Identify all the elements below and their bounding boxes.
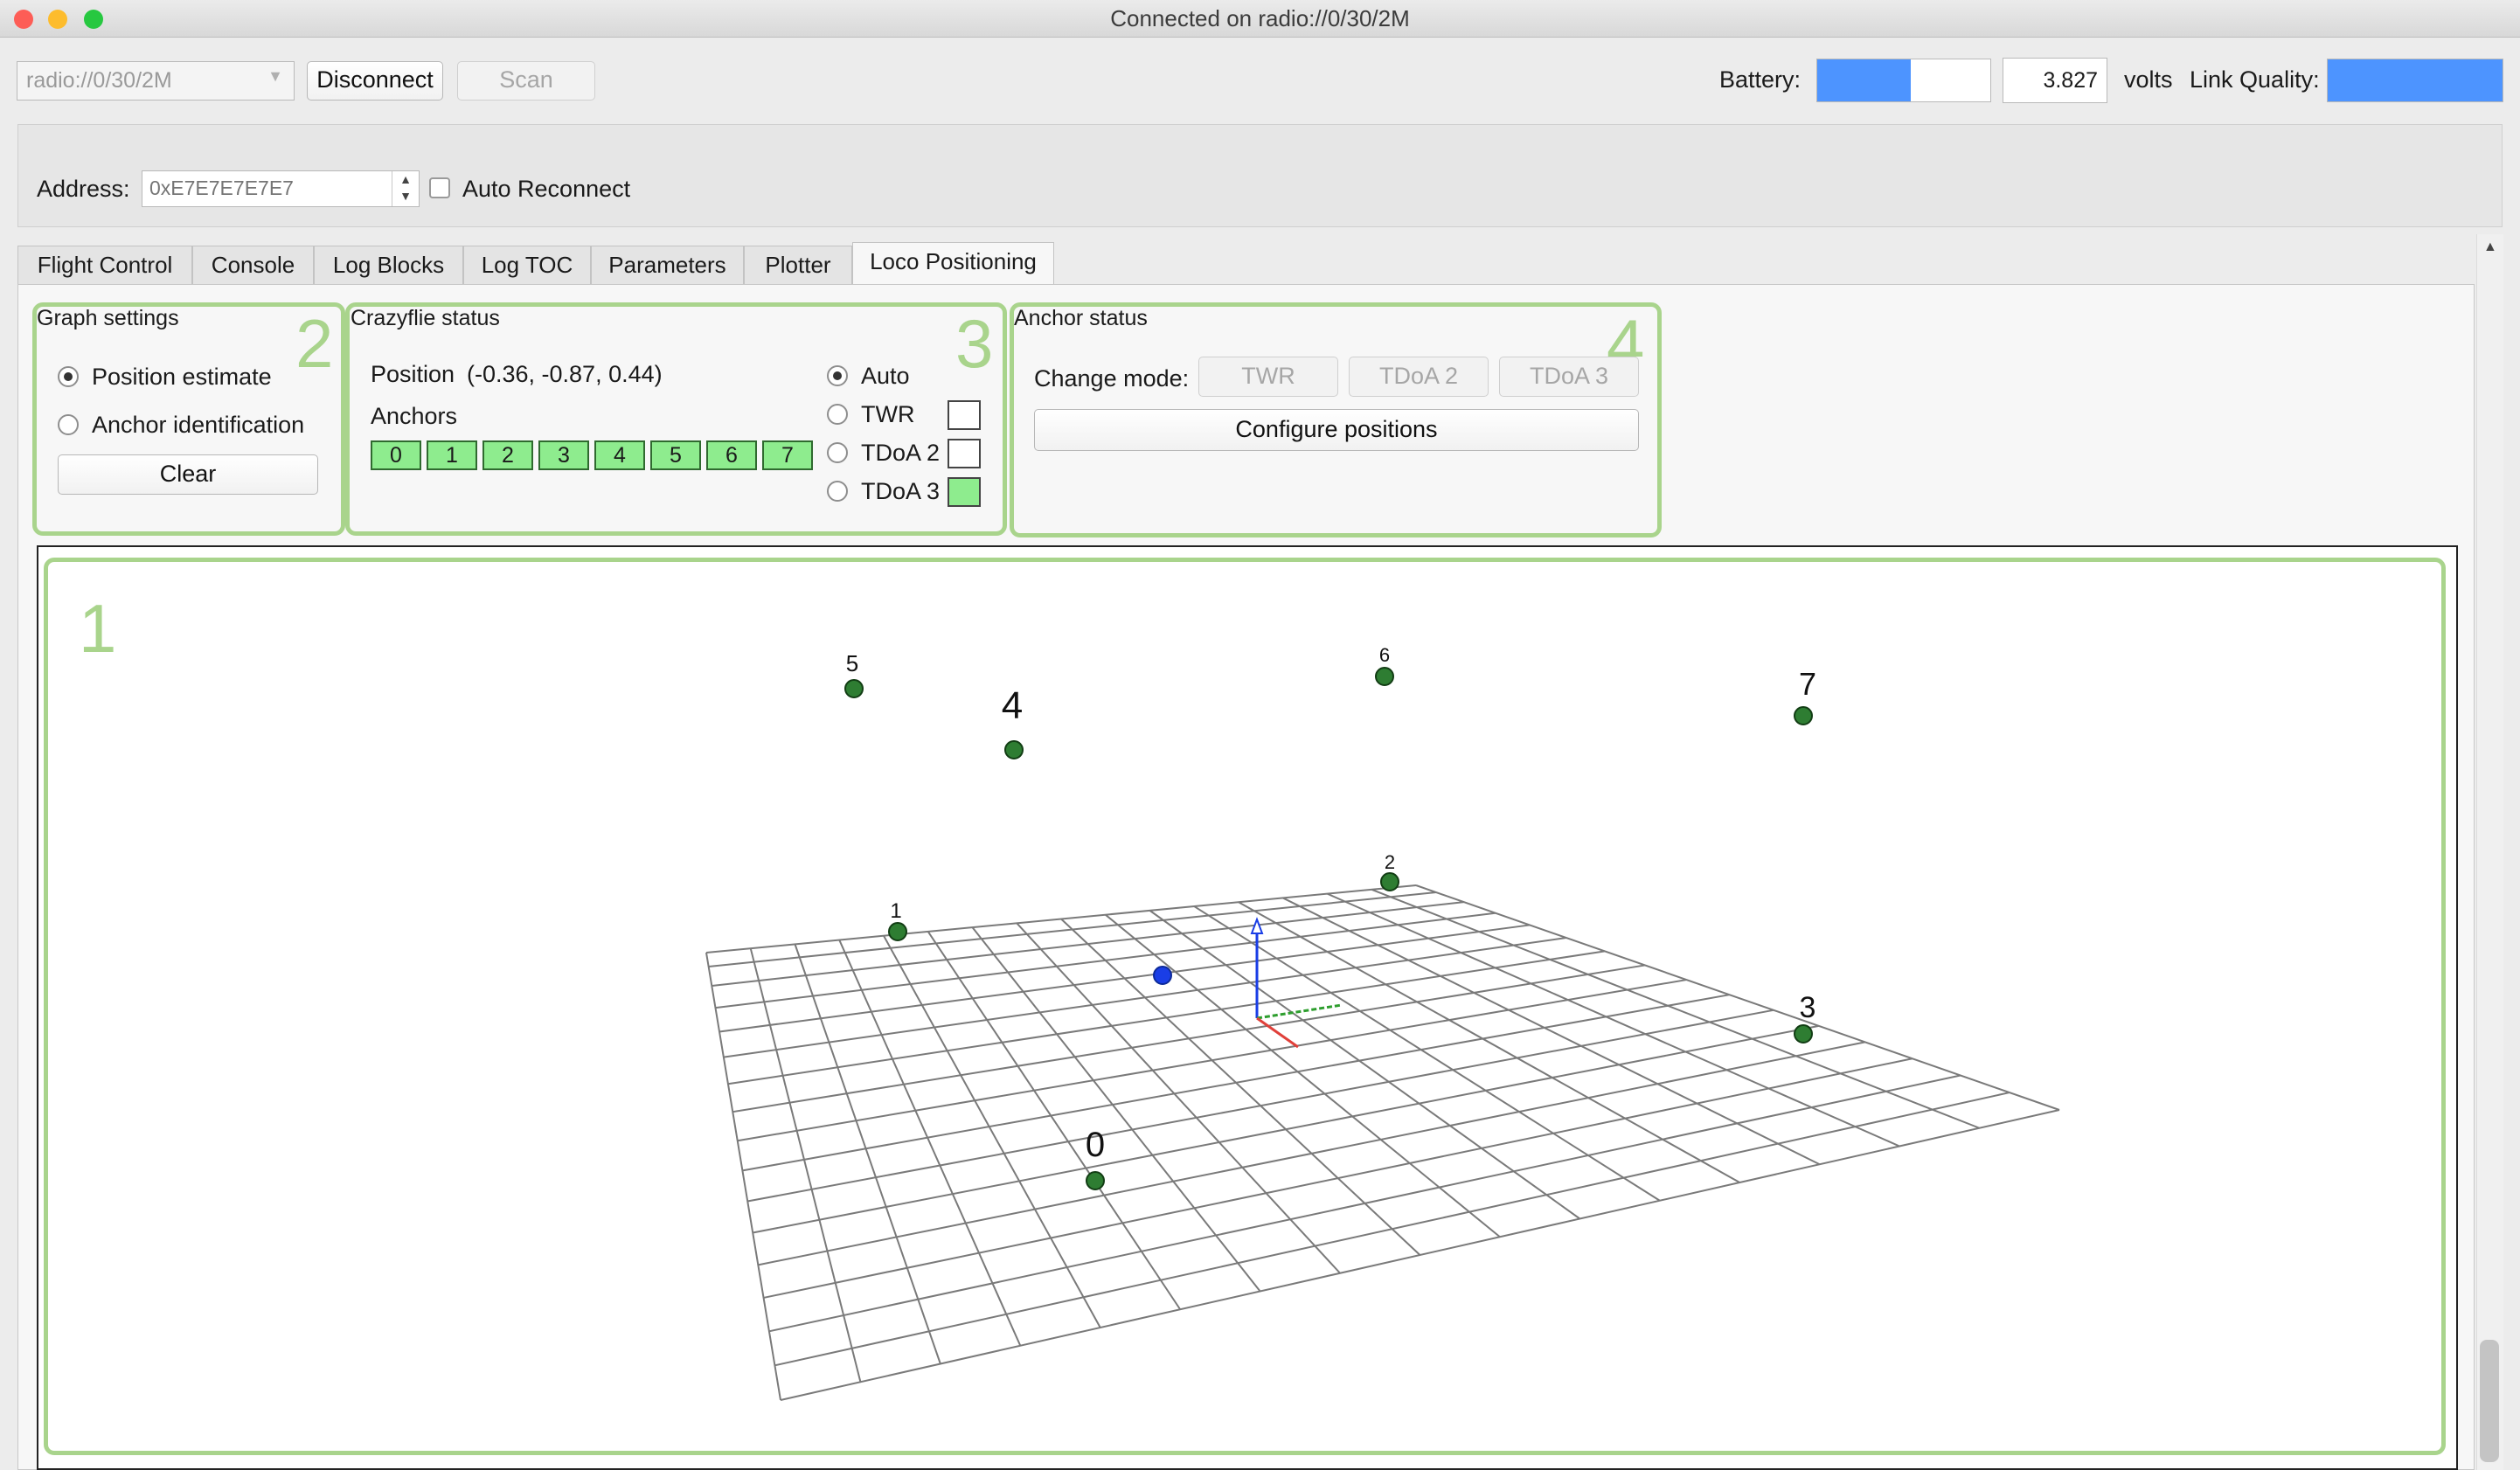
grid-line-row [747, 1009, 1774, 1203]
anchor-label-0: 0 [1086, 1126, 1105, 1164]
graph-3d-svg: 0 1 2 3 4 5 6 7 [705, 644, 2060, 1401]
grid-line-col [1105, 913, 1501, 1238]
grid-line-col [883, 935, 1101, 1328]
grid-line-row [753, 1024, 1819, 1234]
grid-line-col [794, 944, 941, 1364]
anchor-markers [844, 667, 1813, 1190]
anchor-label-5: 5 [846, 650, 858, 676]
grid-line-col [1415, 884, 2060, 1111]
anchor-marker-2 [1380, 872, 1399, 891]
grid-line-col [838, 940, 1022, 1347]
grid-line-row [758, 1041, 1865, 1266]
anchor-marker-5 [844, 679, 864, 698]
floor-grid [705, 884, 2060, 1401]
grid-line-col [1016, 922, 1341, 1274]
grid-line-row [774, 1092, 2010, 1367]
anchor-marker-1 [888, 922, 907, 941]
grid-line-col [1193, 905, 1661, 1202]
anchor-label-4: 4 [1002, 684, 1023, 727]
grid-line-col [971, 926, 1261, 1293]
anchor-marker-7 [1794, 706, 1813, 725]
anchor-labels: 0 1 2 3 4 5 6 7 [846, 644, 1816, 1164]
axes [1250, 917, 1343, 1049]
anchor-marker-0 [1086, 1171, 1105, 1190]
anchor-label-2: 2 [1385, 851, 1395, 873]
anchor-marker-3 [1794, 1024, 1813, 1044]
grid-line-row [763, 1057, 1913, 1299]
crazyflie-position-marker [1153, 966, 1172, 985]
grid-line-col [1060, 918, 1421, 1256]
anchor-label-6: 6 [1379, 644, 1390, 666]
anchor-label-1: 1 [890, 899, 901, 923]
anchor-marker-6 [1375, 667, 1394, 686]
anchor-marker-4 [1004, 740, 1024, 759]
z-axis-arrow-icon [1250, 917, 1264, 934]
anchor-label-3: 3 [1800, 991, 1816, 1024]
anchor-label-7: 7 [1799, 666, 1816, 702]
